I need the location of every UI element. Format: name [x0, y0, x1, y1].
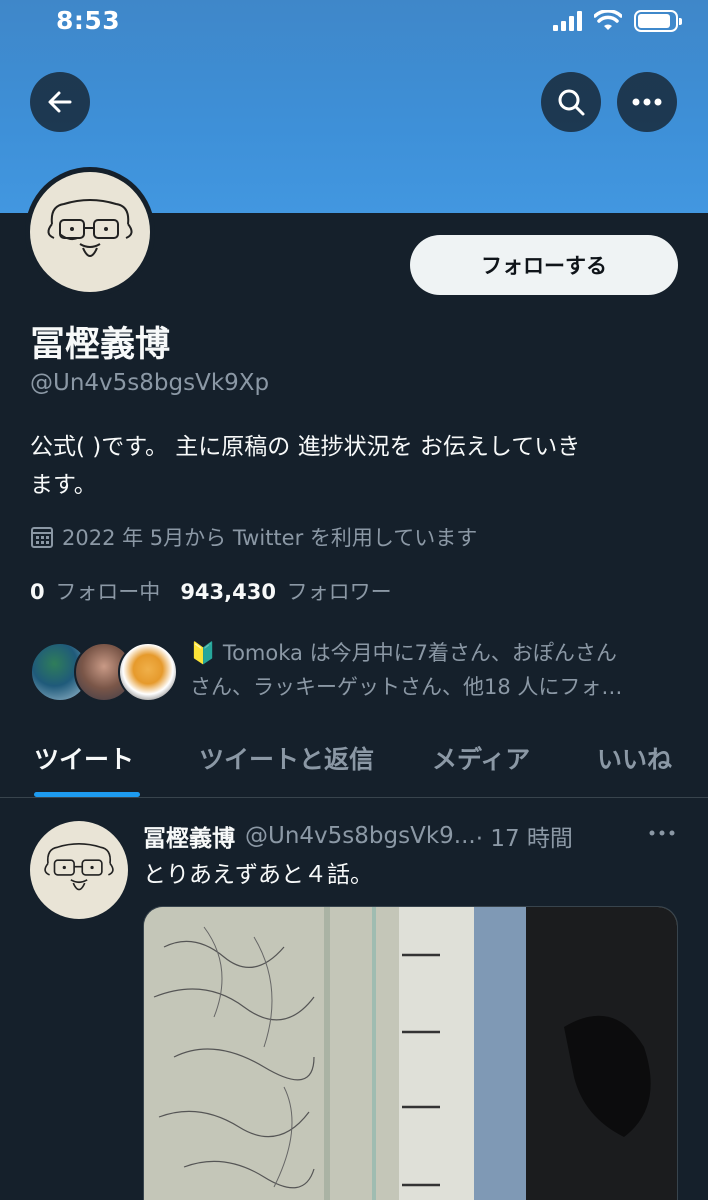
- joined-text: 2022 年 5月から Twitter を利用しています: [62, 526, 478, 550]
- status-icons: [553, 10, 682, 32]
- followers-count: 943,430: [180, 580, 276, 604]
- profile-handle: @Un4v5s8bgsVk9Xp: [30, 370, 270, 396]
- active-tab-indicator: [34, 792, 140, 797]
- bio-line: 公式( )です。 主に原稿の 進捗状況を お伝えしていき: [30, 434, 581, 460]
- status-time: 8:53: [56, 6, 121, 35]
- tweet-more-button[interactable]: [646, 819, 678, 847]
- battery-icon: [634, 10, 682, 32]
- following-stat[interactable]: 0 フォロー中: [30, 576, 160, 606]
- battery-level: [638, 14, 671, 28]
- cellular-signal-icon: [553, 11, 582, 31]
- avatar-drawing: [30, 172, 150, 292]
- search-button[interactable]: [541, 72, 601, 132]
- followers-you-know-line: さん、ラッキーゲットさん、他18 人にフォ…: [190, 675, 623, 699]
- followers-you-know[interactable]: 🔰 Tomoka は今月中に7着さん、おぽんさん さん、ラッキーゲットさん、他1…: [30, 636, 680, 706]
- more-button[interactable]: [617, 72, 677, 132]
- tweet-media-image[interactable]: [143, 906, 678, 1200]
- followers-you-know-text: 🔰 Tomoka は今月中に7着さん、おぽんさん さん、ラッキーゲットさん、他1…: [190, 636, 670, 704]
- profile-display-name: 冨樫義博: [30, 325, 171, 365]
- tweet-author-handle[interactable]: @Un4v5s8bgsVk9...: [245, 823, 476, 849]
- mini-avatars: [30, 636, 180, 706]
- tweet[interactable]: 冨樫義博 @Un4v5s8bgsVk9... · 17 時間 とりあえずあと４話…: [0, 799, 708, 1200]
- joined-date: 2022 年 5月から Twitter を利用しています: [30, 522, 477, 552]
- avatar: [118, 642, 178, 702]
- calendar-icon: [31, 527, 53, 548]
- tab-likes[interactable]: いいね: [597, 740, 672, 776]
- followers-label: フォロワー: [286, 580, 392, 604]
- bio-line: ます。: [30, 472, 97, 498]
- status-bar: 8:53: [0, 0, 708, 44]
- tab-media[interactable]: メディア: [432, 740, 530, 776]
- follow-button[interactable]: フォローする: [410, 235, 678, 295]
- wifi-icon: [594, 10, 622, 30]
- profile-tabs: ツイート ツイートと返信 メディア いいね: [0, 724, 708, 798]
- tweet-author-name[interactable]: 冨樫義博: [143, 819, 235, 853]
- followers-you-know-line: 🔰 Tomoka は今月中に7着さん、おぽんさん: [190, 641, 617, 665]
- tweet-header: 冨樫義博 @Un4v5s8bgsVk9... · 17 時間: [143, 819, 683, 853]
- follow-stats: 0 フォロー中 943,430 フォロワー: [30, 576, 392, 606]
- profile-bio: 公式( )です。 主に原稿の 進捗状況を お伝えしていき ます。: [30, 428, 680, 504]
- followers-stat[interactable]: 943,430 フォロワー: [180, 576, 391, 606]
- tab-tweets-and-replies[interactable]: ツイートと返信: [199, 740, 374, 776]
- back-button[interactable]: [30, 72, 90, 132]
- tweet-timestamp[interactable]: · 17 時間: [476, 819, 573, 853]
- search-icon: [558, 89, 585, 116]
- tab-tweets[interactable]: ツイート: [34, 740, 134, 776]
- tweet-text: とりあえずあと４話。: [143, 862, 373, 888]
- following-count: 0: [30, 580, 45, 604]
- more-horizontal-icon: [632, 98, 662, 106]
- arrow-left-icon: [48, 91, 72, 113]
- profile-avatar[interactable]: [25, 167, 155, 297]
- following-label: フォロー中: [55, 580, 161, 604]
- more-horizontal-icon: [649, 830, 675, 836]
- tweet-avatar[interactable]: [30, 821, 128, 919]
